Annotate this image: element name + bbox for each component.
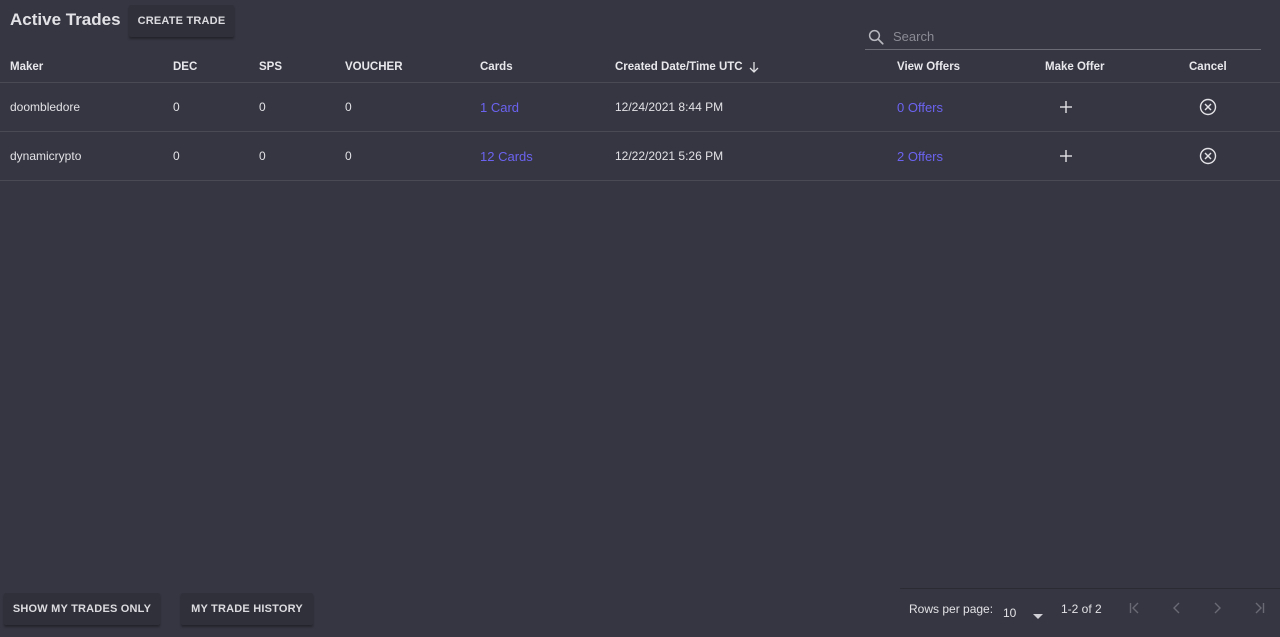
make-offer-cell: [1057, 132, 1075, 180]
pagination-range: 1-2 of 2: [1061, 602, 1102, 616]
make-offer-cell: [1057, 83, 1075, 131]
search-input[interactable]: [893, 29, 1253, 44]
voucher-cell: 0: [345, 100, 352, 114]
table-row: doombledore 0 0 0 1 Card 12/24/2021 8:44…: [0, 83, 1280, 132]
plus-icon[interactable]: [1057, 98, 1075, 116]
cancel-circle-icon[interactable]: [1199, 147, 1217, 165]
maker-cell: doombledore: [10, 100, 81, 114]
column-header-cancel: Cancel: [1189, 61, 1227, 73]
view-offers-link[interactable]: 2 Offers: [897, 149, 943, 164]
column-header-dec[interactable]: DEC: [173, 52, 197, 82]
created-cell: 12/22/2021 5:26 PM: [615, 149, 724, 163]
rows-per-page-select[interactable]: 10: [1003, 598, 1047, 622]
sps-cell: 0: [259, 149, 266, 163]
column-header-cards[interactable]: Cards: [480, 52, 513, 82]
pagination: Rows per page: 10 1-2 of 2: [900, 588, 1280, 637]
maker-cell: dynamicrypto: [10, 149, 82, 163]
offers-cell: 2 Offers: [897, 132, 943, 180]
column-header-voucher[interactable]: VOUCHER: [345, 52, 403, 82]
cards-cell: 12 Cards: [480, 132, 533, 180]
created-cell: 12/24/2021 8:44 PM: [615, 100, 724, 114]
active-trades-page: Active Trades CREATE TRADE Maker DEC SPS…: [0, 0, 1280, 637]
cancel-cell: [1199, 132, 1217, 180]
cancel-cell: [1199, 83, 1217, 131]
search-bar: [865, 24, 1261, 50]
cancel-circle-icon[interactable]: [1199, 98, 1217, 116]
voucher-cell: 0: [345, 149, 352, 163]
table-row: dynamicrypto 0 0 0 12 Cards 12/22/2021 5…: [0, 132, 1280, 181]
column-header-view-offers: View Offers: [897, 61, 961, 73]
dec-cell: 0: [173, 100, 180, 114]
column-header-make-offer: Make Offer: [1045, 61, 1105, 73]
dec-cell: 0: [173, 149, 180, 163]
arrow-down-icon: [748, 61, 760, 73]
cards-cell: 1 Card: [480, 83, 519, 131]
sps-cell: 0: [259, 100, 266, 114]
column-header-created-label: Created Date/Time UTC: [615, 61, 743, 73]
my-trade-history-button[interactable]: MY TRADE HISTORY: [181, 593, 313, 625]
offers-cell: 0 Offers: [897, 83, 943, 131]
previous-page-icon[interactable]: [1170, 601, 1184, 618]
trades-table: Maker DEC SPS VOUCHER Cards Created Date…: [0, 52, 1280, 181]
column-header-created[interactable]: Created Date/Time UTC: [615, 52, 760, 82]
rows-per-page-value: 10: [1003, 606, 1017, 620]
show-my-trades-button[interactable]: SHOW MY TRADES ONLY: [4, 593, 160, 625]
view-offers-link[interactable]: 0 Offers: [897, 100, 943, 115]
table-header-row: Maker DEC SPS VOUCHER Cards Created Date…: [0, 52, 1280, 83]
last-page-icon[interactable]: [1252, 601, 1266, 618]
cards-link[interactable]: 12 Cards: [480, 149, 533, 164]
column-header-maker[interactable]: Maker: [10, 52, 43, 82]
create-trade-button[interactable]: CREATE TRADE: [129, 5, 234, 37]
page-title: Active Trades: [10, 10, 121, 29]
next-page-icon[interactable]: [1210, 601, 1224, 618]
plus-icon[interactable]: [1057, 147, 1075, 165]
first-page-icon[interactable]: [1128, 601, 1142, 618]
cards-link[interactable]: 1 Card: [480, 100, 519, 115]
rows-per-page-label: Rows per page:: [909, 602, 994, 616]
column-header-sps[interactable]: SPS: [259, 52, 282, 82]
search-icon: [868, 29, 884, 45]
caret-down-icon: [1033, 609, 1043, 623]
